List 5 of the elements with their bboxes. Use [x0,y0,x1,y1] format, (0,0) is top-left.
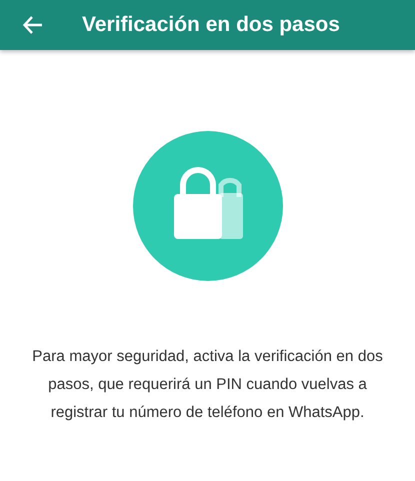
screen-title: Verificación en dos pasos [82,13,340,37]
lock-icon [132,131,282,281]
back-button[interactable] [22,14,44,36]
back-arrow-icon [22,14,44,36]
description-text: Para mayor seguridad, activa la verificación en dos pasos, que requerirá un PIN cuando vuelvas a registrar tu número de teléfono en WhatsApp. [31,347,384,423]
